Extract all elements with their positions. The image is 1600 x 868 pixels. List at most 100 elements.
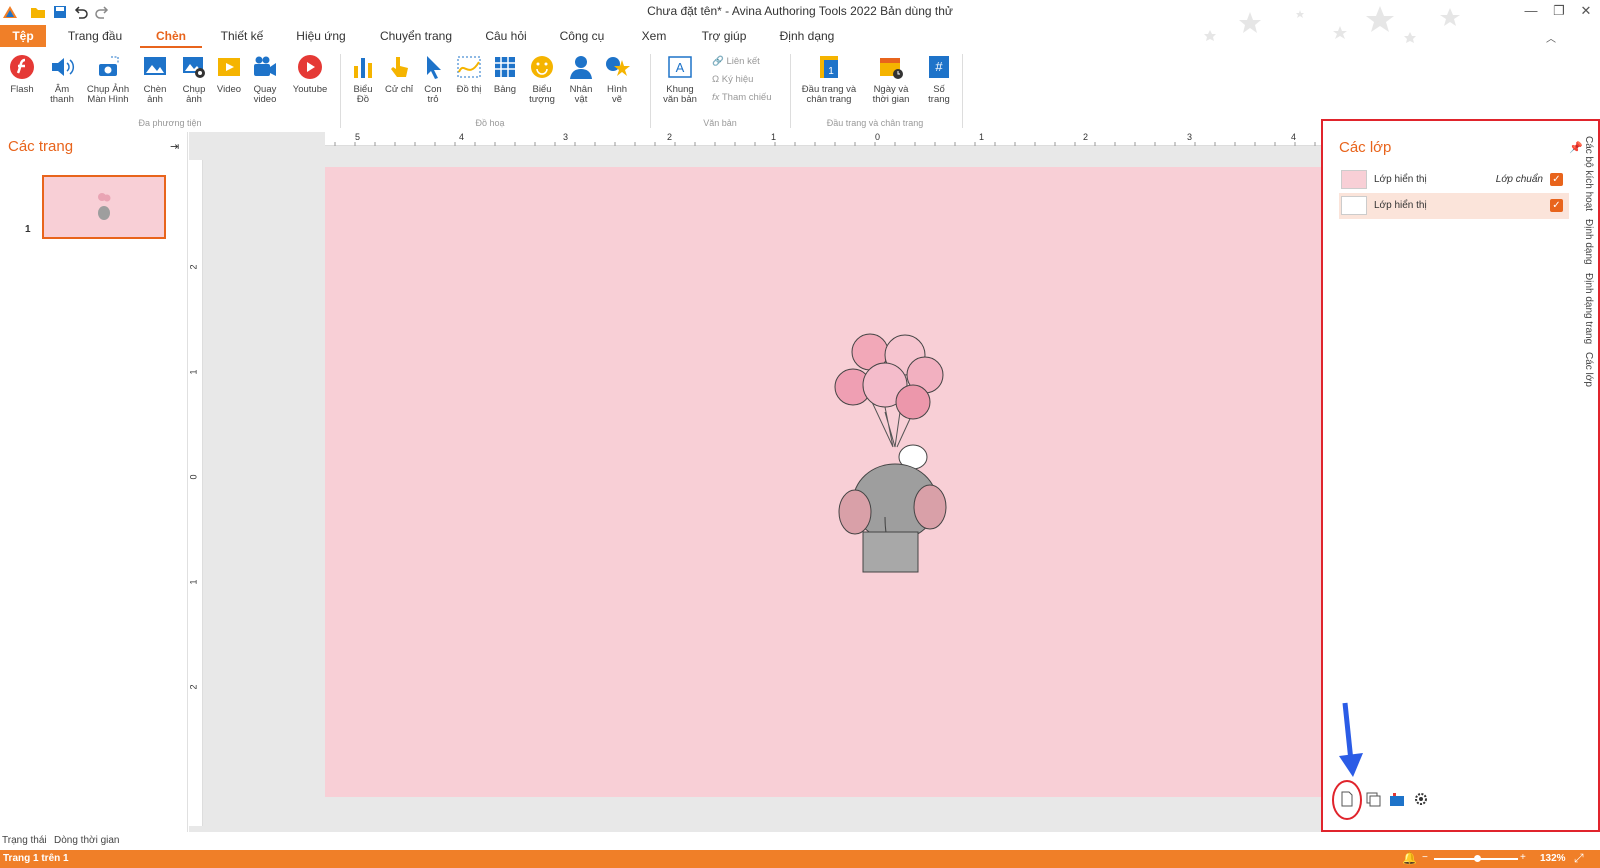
reference-button[interactable]: fx Tham chiếu bbox=[712, 92, 772, 103]
layer-name: Lớp hiển thị bbox=[1374, 174, 1427, 185]
textbox-icon: A bbox=[668, 56, 692, 78]
video-icon bbox=[218, 58, 240, 76]
tab-home[interactable]: Trang đầu bbox=[60, 25, 130, 47]
bell-icon[interactable]: 🔔 bbox=[1402, 851, 1417, 865]
slide-thumbnail[interactable] bbox=[42, 175, 166, 239]
tab-transitions[interactable]: Chuyển trang bbox=[374, 25, 458, 47]
header-footer-button[interactable]: 1 Đầu trang và chân trang bbox=[798, 54, 860, 105]
ribbon-separator bbox=[790, 54, 791, 128]
bar-chart-icon bbox=[354, 58, 372, 78]
tab-timeline[interactable]: Dòng thời gian bbox=[54, 835, 120, 846]
layers-panel: Các lớp 📌 Lớp hiển thị Lớp chuẩn ✓ Lớp h… bbox=[1321, 119, 1600, 832]
video-camera-icon bbox=[254, 56, 276, 76]
side-tab-layers[interactable]: Các lớp bbox=[1583, 352, 1594, 387]
layer-stack-icon[interactable] bbox=[1389, 791, 1405, 807]
youtube-button[interactable]: Youtube bbox=[290, 54, 330, 95]
side-tabs: Các bộ kích hoạt Định dạng Định dạng tra… bbox=[1583, 136, 1600, 387]
pin-icon[interactable]: ⇥ bbox=[170, 140, 179, 153]
ruler-label: 4 bbox=[1291, 132, 1297, 142]
tab-effects[interactable]: Hiệu ứng bbox=[290, 25, 352, 47]
camera-photo-icon bbox=[183, 57, 205, 78]
omega-icon: Ω bbox=[712, 74, 720, 85]
fx-icon: fx bbox=[712, 92, 720, 103]
ruler-label: 1 bbox=[979, 132, 985, 142]
tab-status[interactable]: Trạng thái bbox=[2, 835, 47, 846]
graph-button[interactable]: Đồ thị bbox=[454, 54, 484, 95]
side-tab-format[interactable]: Định dạng bbox=[1583, 219, 1594, 265]
layer-settings-icon[interactable] bbox=[1413, 791, 1429, 807]
table-button[interactable]: Bảng bbox=[490, 54, 520, 95]
ribbon-separator bbox=[962, 54, 963, 128]
date-time-button[interactable]: Ngày và thời gian bbox=[866, 54, 916, 105]
tab-file[interactable]: Tệp bbox=[0, 25, 46, 47]
duplicate-layer-icon[interactable] bbox=[1365, 791, 1381, 807]
group-label-header-footer: Đầu trang và chân trang bbox=[826, 118, 924, 128]
new-layer-icon[interactable] bbox=[1339, 791, 1355, 807]
record-video-button[interactable]: Quay video bbox=[248, 54, 282, 105]
zoom-slider-thumb[interactable] bbox=[1474, 855, 1481, 862]
minimize-button[interactable]: — bbox=[1518, 3, 1544, 21]
flash-button[interactable]: Flash bbox=[6, 54, 38, 95]
pages-panel: Các trang ⇥ 1 bbox=[0, 132, 188, 832]
shapes-star-icon bbox=[606, 57, 630, 76]
elephant-balloons-image[interactable] bbox=[825, 327, 955, 577]
side-tab-triggers[interactable]: Các bộ kích hoạt bbox=[1583, 136, 1594, 211]
restore-button[interactable]: ❐ bbox=[1546, 3, 1572, 21]
youtube-icon bbox=[298, 55, 322, 79]
flash-icon bbox=[10, 55, 34, 79]
cursor-button[interactable]: Con trỏ bbox=[418, 54, 448, 105]
vertical-ruler: 2 1 0 1 2 bbox=[189, 160, 203, 826]
textbox-button[interactable]: A Khung văn bản bbox=[658, 54, 702, 105]
layer-tag: Lớp chuẩn bbox=[1495, 174, 1543, 185]
speaker-icon bbox=[52, 58, 75, 76]
screen-capture-icon bbox=[99, 56, 119, 76]
page-number-button[interactable]: # Số trang bbox=[924, 54, 954, 105]
insert-image-button[interactable]: Chèn ảnh bbox=[138, 54, 172, 105]
tab-questions[interactable]: Câu hỏi bbox=[478, 25, 534, 47]
tab-view[interactable]: Xem bbox=[632, 25, 676, 47]
zoom-in-button[interactable]: + bbox=[1520, 852, 1526, 863]
emoji-button[interactable]: Biểu tượng bbox=[524, 54, 560, 105]
tab-tools[interactable]: Công cụ bbox=[554, 25, 610, 47]
person-icon bbox=[570, 56, 592, 79]
ruler-label: 2 bbox=[667, 132, 673, 142]
ruler-label: 0 bbox=[875, 132, 881, 142]
chart-button[interactable]: Biểu Đồ bbox=[348, 54, 378, 105]
bottom-tabs: Trạng thái Dòng thời gian bbox=[0, 833, 1600, 849]
take-photo-button[interactable]: Chụp ảnh bbox=[177, 54, 211, 105]
ribbon-separator bbox=[650, 54, 651, 128]
character-button[interactable]: Nhân vật bbox=[566, 54, 596, 105]
side-tab-page-format[interactable]: Định dạng trang bbox=[1583, 273, 1594, 344]
group-label-media: Đa phương tiện bbox=[138, 118, 202, 128]
pin-icon[interactable]: 📌 bbox=[1569, 141, 1583, 154]
symbol-button[interactable]: Ω Ký hiệu bbox=[712, 74, 753, 85]
svg-text:A: A bbox=[676, 60, 685, 75]
screenshot-button[interactable]: Chụp Ảnh Màn Hình bbox=[82, 54, 134, 105]
tab-design[interactable]: Thiết kế bbox=[212, 25, 272, 47]
layer-row[interactable]: Lớp hiển thị Lớp chuẩn ✓ bbox=[1339, 167, 1569, 193]
zoom-level: 132% bbox=[1540, 853, 1566, 864]
fit-screen-icon[interactable]: ⤢ bbox=[1574, 851, 1584, 866]
layer-visible-checkbox[interactable]: ✓ bbox=[1550, 199, 1563, 212]
slide-canvas[interactable] bbox=[325, 167, 1321, 797]
layer-visible-checkbox[interactable]: ✓ bbox=[1550, 173, 1563, 186]
horizontal-ruler: 5 4 3 2 1 0 1 2 3 4 bbox=[325, 132, 1321, 146]
close-button[interactable]: ✕ bbox=[1573, 3, 1599, 21]
link-button[interactable]: 🔗 Liên kết bbox=[712, 56, 760, 67]
zoom-out-button[interactable]: − bbox=[1422, 852, 1428, 863]
gesture-button[interactable]: Cử chỉ bbox=[384, 54, 414, 95]
tab-format[interactable]: Định dạng bbox=[774, 25, 840, 47]
tab-insert[interactable]: Chèn bbox=[140, 25, 202, 48]
graph-icon bbox=[457, 56, 481, 78]
table-icon bbox=[495, 57, 515, 77]
tab-help[interactable]: Trợ giúp bbox=[694, 25, 754, 47]
video-button[interactable]: Video bbox=[212, 54, 246, 95]
layer-row-selected[interactable]: Lớp hiển thị ✓ bbox=[1339, 193, 1569, 219]
page-info: Trang 1 trên 1 bbox=[3, 853, 69, 864]
header-footer-icon: 1 bbox=[820, 56, 838, 78]
layer-thumbnail bbox=[1341, 170, 1367, 189]
hash-icon: # bbox=[929, 56, 949, 78]
audio-button[interactable]: Âm thanh bbox=[44, 54, 80, 105]
shapes-button[interactable]: Hình vẽ bbox=[602, 54, 632, 105]
layers-panel-title: Các lớp bbox=[1339, 139, 1392, 156]
